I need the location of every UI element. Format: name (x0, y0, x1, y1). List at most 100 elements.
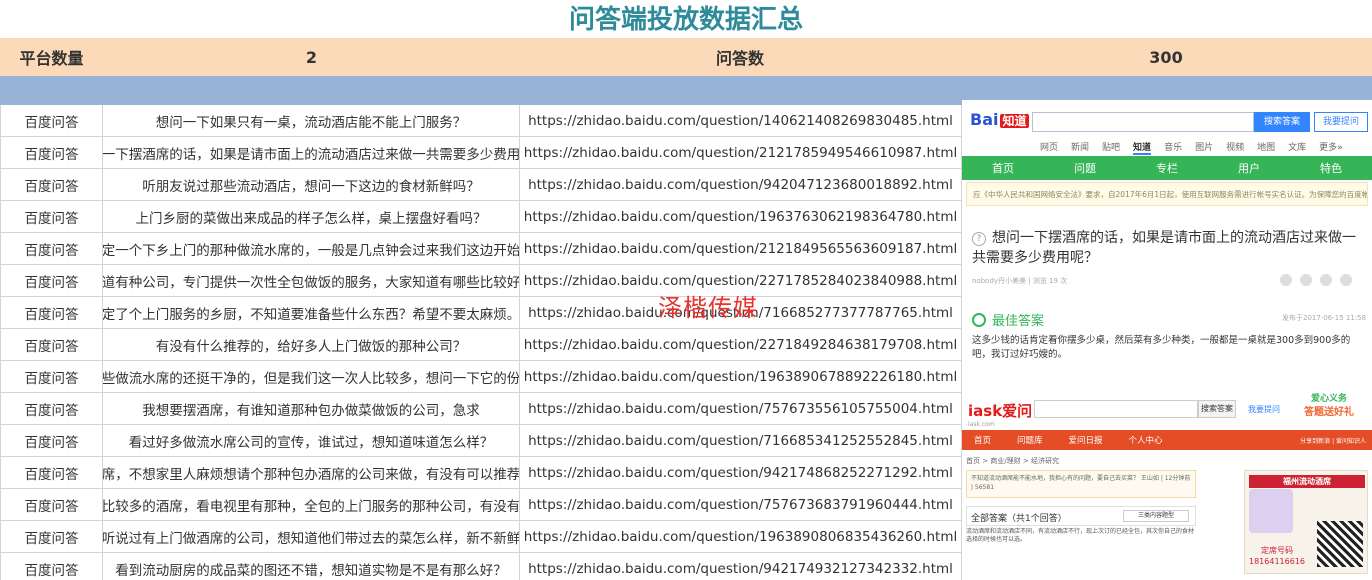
question-cell: 那些做流水席的还挺干净的，但是我们这一次人比较多，想问一下它的份量 (103, 361, 520, 392)
baidu-logo: Bai 知道 (970, 110, 1029, 129)
question-cell: 有没有什么推荐的，给好多人上门做饭的那种公司？ (103, 329, 520, 360)
iask-nav-item[interactable]: 爱问日报 (1069, 434, 1103, 446)
baidu-green-nav-item[interactable]: 专栏 (1126, 160, 1208, 176)
iask-nav-item[interactable]: 首页 (974, 434, 991, 446)
table-row: 百度问答 酒席，不想家里人麻烦想请个那种包办酒席的公司来做，有没有可以推荐的 htt… (0, 457, 962, 489)
table-row: 百度问答 我想要摆酒席，有谁知道那种包办做菜做饭的公司，急求 https://zhi… (0, 393, 962, 425)
platform-count-value: 2 (305, 47, 318, 67)
question-cell: 听朋友说过那些流动酒店，想问一下这边的食材新鲜吗？ (103, 169, 520, 200)
platform-cell: 百度问答 (0, 265, 103, 296)
platform-cell: 百度问答 (0, 361, 103, 392)
question-cell: 看过好多做流水席公司的宣传，谁试过，想知道味道怎么样？ (103, 425, 520, 456)
baidu-search-input[interactable] (1032, 112, 1254, 132)
baidu-question: ? 想问一下摆酒席的话，如果是请市面上的流动酒店过来做一共需要多少费用呢？ (972, 230, 1356, 266)
iask-tab[interactable]: 三类内容题型 (1123, 510, 1189, 522)
qa-count-value: 300 (1149, 47, 1183, 67)
question-cell: 酒席，不想家里人麻烦想请个那种包办酒席的公司来做，有没有可以推荐的 (103, 457, 520, 488)
url-cell[interactable]: https://zhidao.baidu.com/question/196389… (520, 361, 962, 392)
table-row: 百度问答 预定一个下乡上门的那种做流水席的，一般是几点钟会过来我们这边开始做 htt… (0, 233, 962, 265)
comment-icon[interactable] (1300, 274, 1312, 286)
table-row: 百度问答 有听说过有上门做酒席的公司，想知道他们带过去的菜怎么样，新不新鲜？ htt… (0, 521, 962, 553)
question-cell: 知道有种公司，专门提供一次性全包做饭的服务，大家知道有哪些比较好的 (103, 265, 520, 296)
iask-ad-banner[interactable]: 爱心义务 答题送好礼 (1292, 392, 1366, 424)
baidu-green-nav-item[interactable]: 首页 (962, 160, 1044, 176)
baidu-nav-item[interactable]: 新闻 (1071, 140, 1089, 155)
url-cell[interactable]: https://zhidao.baidu.com/question/757673… (520, 489, 962, 520)
baidu-nav-item[interactable]: 文库 (1288, 140, 1306, 155)
baidu-nav-item[interactable]: 更多» (1319, 140, 1343, 155)
iask-nav-item[interactable]: 问题库 (1017, 434, 1043, 446)
iask-ask-link[interactable]: 我要提问 (1248, 404, 1280, 415)
table-row: 百度问答 想问一下如果只有一桌，流动酒店能不能上门服务？ https://zhida… (0, 105, 962, 137)
url-cell[interactable]: https://zhidao.baidu.com/question/212184… (520, 233, 962, 264)
platform-cell: 百度问答 (0, 457, 103, 488)
qr-code-icon (1317, 521, 1363, 567)
avatar (1249, 489, 1293, 533)
iask-search-button[interactable]: 搜索答案 (1198, 400, 1236, 418)
baidu-nav-item[interactable]: 音乐 (1164, 140, 1182, 155)
baidu-green-nav-item[interactable]: 特色 (1290, 160, 1372, 176)
url-cell[interactable]: https://zhidao.baidu.com/question/196389… (520, 521, 962, 552)
iask-nav: 首页 问题库 爱问日报 个人中心 分享到新浪 | 爱问知识人 (962, 430, 1372, 450)
table-row: 百度问答 那些做流水席的还挺干净的，但是我们这一次人比较多，想问一下它的份量 htt… (0, 361, 962, 393)
platform-cell: 百度问答 (0, 201, 103, 232)
platform-count-label: 平台数量 (19, 49, 84, 68)
iask-all-answers: 全部答案（共1个回答） 三类内容题型 (966, 506, 1196, 526)
share-icon[interactable] (1280, 274, 1292, 286)
table-row: 百度问答 听朋友说过那些流动酒店，想问一下这边的食材新鲜吗？ https://zhi… (0, 169, 962, 201)
platform-cell: 百度问答 (0, 297, 103, 328)
question-icon: ? (972, 232, 986, 246)
url-cell[interactable]: https://zhidao.baidu.com/question/196376… (520, 201, 962, 232)
iask-header: iask爱问 iask.com 搜索答案 我要提问 爱心义务 答题送好礼 (962, 390, 1372, 430)
platform-cell: 百度问答 (0, 553, 103, 580)
wechat-icon[interactable] (1320, 274, 1332, 286)
table-row: 百度问答 知道有种公司，专门提供一次性全包做饭的服务，大家知道有哪些比较好的 htt… (0, 265, 962, 297)
url-cell[interactable]: https://zhidao.baidu.com/question/227184… (520, 329, 962, 360)
baidu-nav-item[interactable]: 网页 (1040, 140, 1058, 155)
table-row: 百度问答 看过好多做流水席公司的宣传，谁试过，想知道味道怎么样？ https://z… (0, 425, 962, 457)
platform-cell: 百度问答 (0, 489, 103, 520)
url-cell[interactable]: https://zhidao.baidu.com/question/716685… (520, 425, 962, 456)
baidu-nav-item[interactable]: 知道 (1133, 140, 1152, 155)
url-cell[interactable]: https://zhidao.baidu.com/question/942047… (520, 169, 962, 200)
baidu-search-button[interactable]: 搜索答案 (1254, 112, 1310, 132)
table-row: 百度问答 问一下摆酒席的话，如果是请市面上的流动酒店过来做一共需要多少费用呢 htt… (0, 137, 962, 169)
url-cell[interactable]: https://zhidao.baidu.com/question/942174… (520, 553, 962, 580)
baidu-question-meta: nobody丹小美美 | 浏览 19 次 (972, 277, 1068, 285)
qa-count-label: 问答数 (715, 49, 764, 68)
url-cell[interactable]: https://zhidao.baidu.com/question/942174… (520, 457, 962, 488)
page-title: 问答端投放数据汇总 (568, 5, 803, 35)
platform-cell: 百度问答 (0, 425, 103, 456)
iask-answer-body: 流动酒席和流动酒店不同，有流动酒店不行，现上次订的已经全包，其次你自己的食材选择… (966, 528, 1195, 543)
baidu-green-nav-item[interactable]: 问题 (1044, 160, 1126, 176)
question-cell: 上门乡厨的菜做出来成品的样子怎么样，桌上摆盘好看吗？ (103, 201, 520, 232)
question-cell: 预定一个下乡上门的那种做流水席的，一般是几点钟会过来我们这边开始做 (103, 233, 520, 264)
iask-search-input[interactable] (1034, 400, 1198, 418)
table-row: 百度问答 有比较多的酒席，看电视里有那种，全包的上门服务的那种公司，有没有可 htt… (0, 489, 962, 521)
question-cell: 有听说过有上门做酒席的公司，想知道他们带过去的菜怎么样，新不新鲜？ (103, 521, 520, 552)
question-cell: 有比较多的酒席，看电视里有那种，全包的上门服务的那种公司，有没有可 (103, 489, 520, 520)
more-icon[interactable] (1340, 274, 1352, 286)
iask-ad-card[interactable]: 福州流动酒席 定席号码 18164116616 (1244, 470, 1368, 574)
iask-nav-right: 分享到新浪 | 爱问知识人 (1300, 437, 1366, 445)
platform-cell: 百度问答 (0, 169, 103, 200)
table-row: 百度问答 看到流动厨房的成品菜的图还不错，想知道实物是不是有那么好？ https:/… (0, 553, 962, 580)
table-row: 百度问答 定了个上门服务的乡厨，不知道要准备些什么东西？希望不要太麻烦。 https… (0, 297, 962, 329)
baidu-nav-item[interactable]: 地图 (1257, 140, 1275, 155)
url-cell[interactable]: https://zhidao.baidu.com/question/140621… (520, 105, 962, 136)
baidu-nav-item[interactable]: 视频 (1226, 140, 1244, 155)
baidu-ask-button[interactable]: 我要提问 (1314, 112, 1368, 132)
ad-card-hotline: 定席号码 18164116616 (1249, 546, 1305, 566)
best-answer-label: 最佳答案 (972, 310, 1044, 329)
url-cell[interactable]: https://zhidao.baidu.com/question/212178… (520, 137, 962, 168)
iask-nav-item[interactable]: 个人中心 (1129, 434, 1163, 446)
baidu-nav: 网页 新闻 贴吧 知道 音乐 图片 视频 地图 文库 更多» (1040, 140, 1356, 155)
platform-cell: 百度问答 (0, 105, 103, 136)
baidu-nav-item[interactable]: 图片 (1195, 140, 1213, 155)
baidu-green-nav-item[interactable]: 用户 (1208, 160, 1290, 176)
best-answer-icon (972, 313, 986, 327)
screenshot-panel: Bai 知道 搜索答案 我要提问 网页 新闻 贴吧 知道 音乐 图片 视频 地图 文库 更多» 首页… (962, 100, 1372, 580)
url-cell[interactable]: https://zhidao.baidu.com/question/757673… (520, 393, 962, 424)
baidu-nav-item[interactable]: 贴吧 (1102, 140, 1120, 155)
watermark: 泽楷传媒 (658, 294, 758, 322)
